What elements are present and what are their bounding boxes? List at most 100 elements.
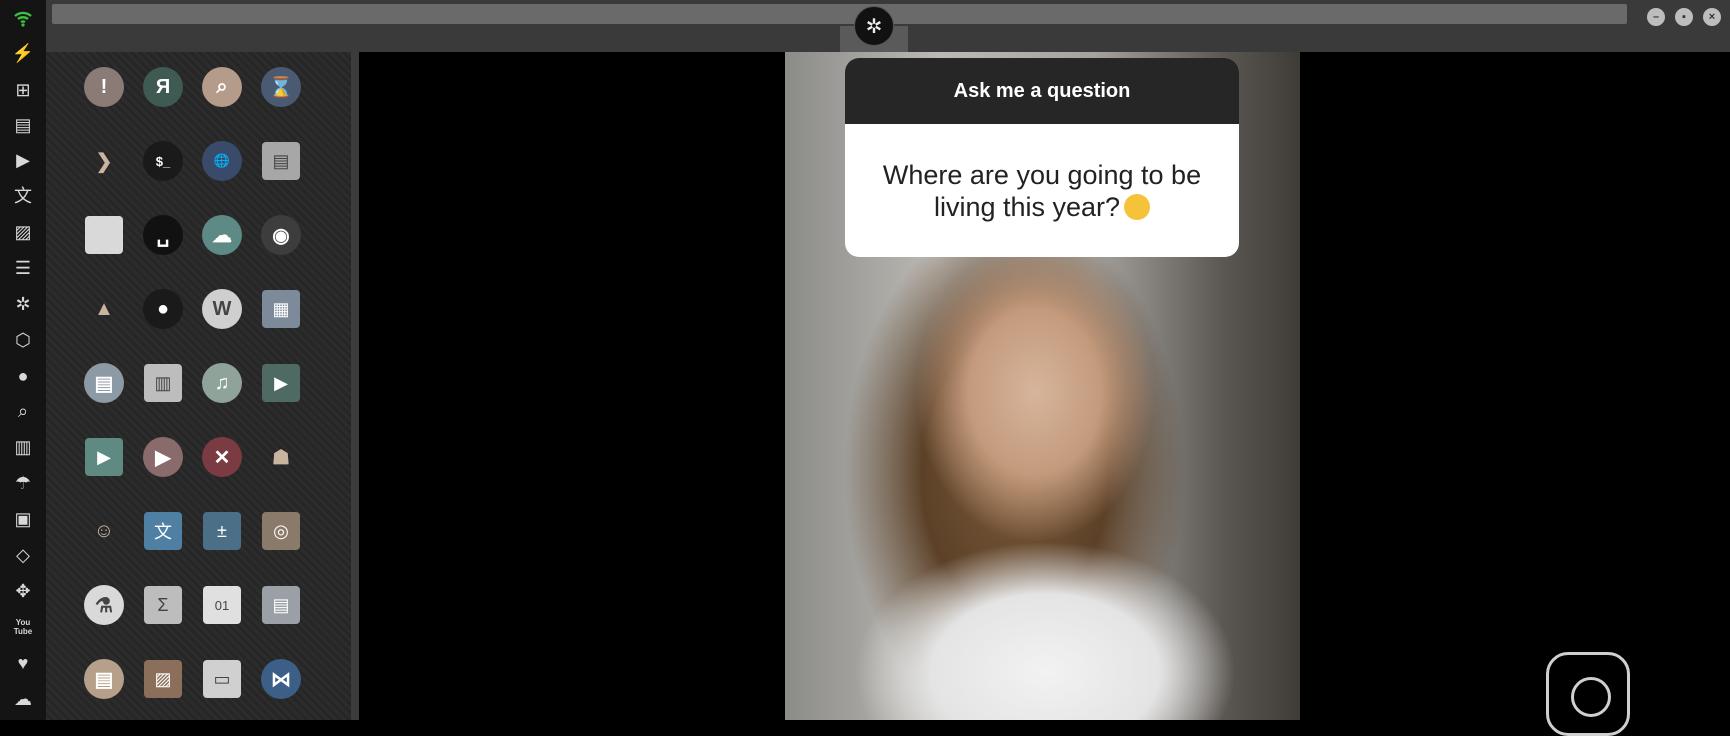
close-app-icon[interactable]: ✕ [201, 436, 243, 478]
search-icon[interactable]: ⌕ [11, 399, 35, 423]
github-app-icon[interactable]: ◉ [260, 214, 302, 256]
player-app-icon[interactable]: ▶ [83, 436, 125, 478]
rebel-icon[interactable]: ✲ [11, 292, 35, 316]
search-glyph: ⌕ [202, 67, 242, 107]
c3po-glyph: ☺ [93, 519, 115, 542]
app-launcher-panel: ! Я ⌕ ⌛ ❯ $_ 🌐 ▤ ␣ ☁ ◉ ▲ ● W ▦ ▤ ▥ ♫ ▶ ▶ ▶ ✕ ☗ ☺ 文 ± ◎ ⚗ Σ 01 ▤ ▤ ▨ ▭ ⋈ [46, 52, 351, 720]
lab-glyph: ⚗ [84, 585, 124, 625]
translator-glyph: 文 [144, 512, 182, 550]
cloud-lock-app-icon[interactable]: ☁ [201, 214, 243, 256]
minimize-button[interactable]: – [1647, 8, 1665, 26]
umbrella-icon[interactable]: ☂ [11, 471, 35, 495]
github-glyph: ◉ [261, 215, 301, 255]
document-glyph: ▤ [84, 659, 124, 699]
cloud-icon[interactable]: ☁ [11, 687, 35, 711]
vscode-app-icon[interactable]: ⋈ [260, 658, 302, 700]
spreadsheet-glyph: ▤ [262, 586, 300, 624]
drive-glyph: ▤ [262, 142, 300, 180]
terminal-glyph: $_ [143, 141, 183, 181]
translator-app-icon[interactable]: 文 [142, 510, 184, 552]
notebook-glyph: ▥ [144, 364, 182, 402]
translate-icon[interactable]: 文 [11, 184, 35, 208]
droid-app-icon[interactable]: ☗ [260, 436, 302, 478]
picture-app-icon[interactable]: ▨ [142, 658, 184, 700]
calculator-glyph: ± [203, 512, 241, 550]
yandex-app-icon[interactable]: Я [142, 66, 184, 108]
window-app-icon[interactable] [83, 214, 125, 256]
wifi-icon[interactable] [11, 6, 35, 30]
search-app-icon[interactable]: ⌕ [201, 66, 243, 108]
hourglass-app-icon[interactable]: ⌛ [260, 66, 302, 108]
globe-icon[interactable]: ● [11, 364, 35, 388]
c3po-app-icon[interactable]: ☺ [83, 510, 125, 552]
document-app-icon[interactable]: ▤ [83, 658, 125, 700]
video-glyph: ▶ [262, 364, 300, 402]
globe-app-icon[interactable]: 🌐 [201, 140, 243, 182]
code-icon[interactable]: ◇ [11, 543, 35, 567]
question-body: Where are you going to be living this ye… [845, 124, 1239, 257]
lightning-icon[interactable]: ⚡ [11, 41, 35, 65]
presentation-app-icon[interactable]: ▭ [201, 658, 243, 700]
sigma-app-icon[interactable]: Σ [142, 584, 184, 626]
panel-divider[interactable] [351, 52, 359, 720]
picture-glyph: ▨ [144, 660, 182, 698]
keyboard-app-icon[interactable]: ␣ [142, 214, 184, 256]
media-app-icon[interactable]: ▶ [142, 436, 184, 478]
question-text: Where are you going to be living this ye… [882, 159, 1202, 222]
death-star-glyph: ● [143, 289, 183, 329]
music-app-icon[interactable]: ♫ [201, 362, 243, 404]
wikipedia-app-icon[interactable]: W [201, 288, 243, 330]
lab-app-icon[interactable]: ⚗ [83, 584, 125, 626]
terminal-app-icon[interactable]: $_ [142, 140, 184, 182]
camera-app-icon[interactable]: ◎ [260, 510, 302, 552]
title-bar[interactable] [52, 4, 1627, 24]
thinking-emoji-icon [1124, 193, 1151, 220]
files-app-icon[interactable]: ▤ [83, 362, 125, 404]
news-icon[interactable]: ☰ [11, 256, 35, 280]
death-star-app-icon[interactable]: ● [142, 288, 184, 330]
binary-glyph: 01 [203, 586, 241, 624]
video-app-icon[interactable]: ▶ [260, 362, 302, 404]
question-sticker: Ask me a question Where are you going to… [845, 58, 1239, 257]
question-header: Ask me a question [845, 58, 1239, 124]
heart-icon[interactable]: ♥ [11, 651, 35, 675]
camera-watermark-icon [1546, 652, 1630, 736]
sigma-glyph: Σ [144, 586, 182, 624]
drive-app-icon[interactable]: ▤ [260, 140, 302, 182]
files-glyph: ▤ [84, 363, 124, 403]
music-glyph: ♫ [202, 363, 242, 403]
windows-icon[interactable]: ⊞ [11, 78, 35, 102]
expand-icon[interactable]: ✥ [11, 579, 35, 603]
image-icon[interactable]: ▨ [11, 220, 35, 244]
calculator-app-icon[interactable]: ± [201, 510, 243, 552]
spreadsheet-app-icon[interactable]: ▤ [260, 584, 302, 626]
window-glyph [85, 216, 123, 254]
youtube-icon[interactable]: You Tube [11, 615, 35, 639]
video-frame: Ask me a question Where are you going to… [785, 52, 1300, 720]
chevron-app-icon[interactable]: ❯ [83, 140, 125, 182]
contacts-icon[interactable]: ▣ [11, 507, 35, 531]
world-map-app-icon[interactable]: ▦ [260, 288, 302, 330]
globe-glyph: 🌐 [202, 141, 242, 181]
close-glyph: ✕ [202, 437, 242, 477]
play-circle-icon[interactable]: ▶ [11, 148, 35, 172]
binary-app-icon[interactable]: 01 [201, 584, 243, 626]
keyboard-glyph: ␣ [143, 215, 183, 255]
camera-glyph: ◎ [262, 512, 300, 550]
notebook-app-icon[interactable]: ▥ [142, 362, 184, 404]
hourglass-glyph: ⌛ [261, 67, 301, 107]
chevron-glyph: ❯ [95, 150, 113, 173]
map-icon[interactable]: ▥ [11, 435, 35, 459]
wikipedia-glyph: W [202, 289, 242, 329]
starfleet-app-icon[interactable]: ▲ [83, 288, 125, 330]
warning-glyph: ! [84, 67, 124, 107]
yandex-glyph: Я [143, 67, 183, 107]
droid-glyph: ☗ [272, 446, 290, 469]
archive-icon[interactable]: ▤ [11, 113, 35, 137]
warning-app-icon[interactable]: ! [83, 66, 125, 108]
hexagon-icon[interactable]: ⬡ [11, 328, 35, 352]
close-button[interactable]: × [1703, 8, 1721, 26]
vscode-glyph: ⋈ [261, 659, 301, 699]
starfleet-glyph: ▲ [94, 297, 114, 320]
maximize-button[interactable]: ▪ [1675, 8, 1693, 26]
